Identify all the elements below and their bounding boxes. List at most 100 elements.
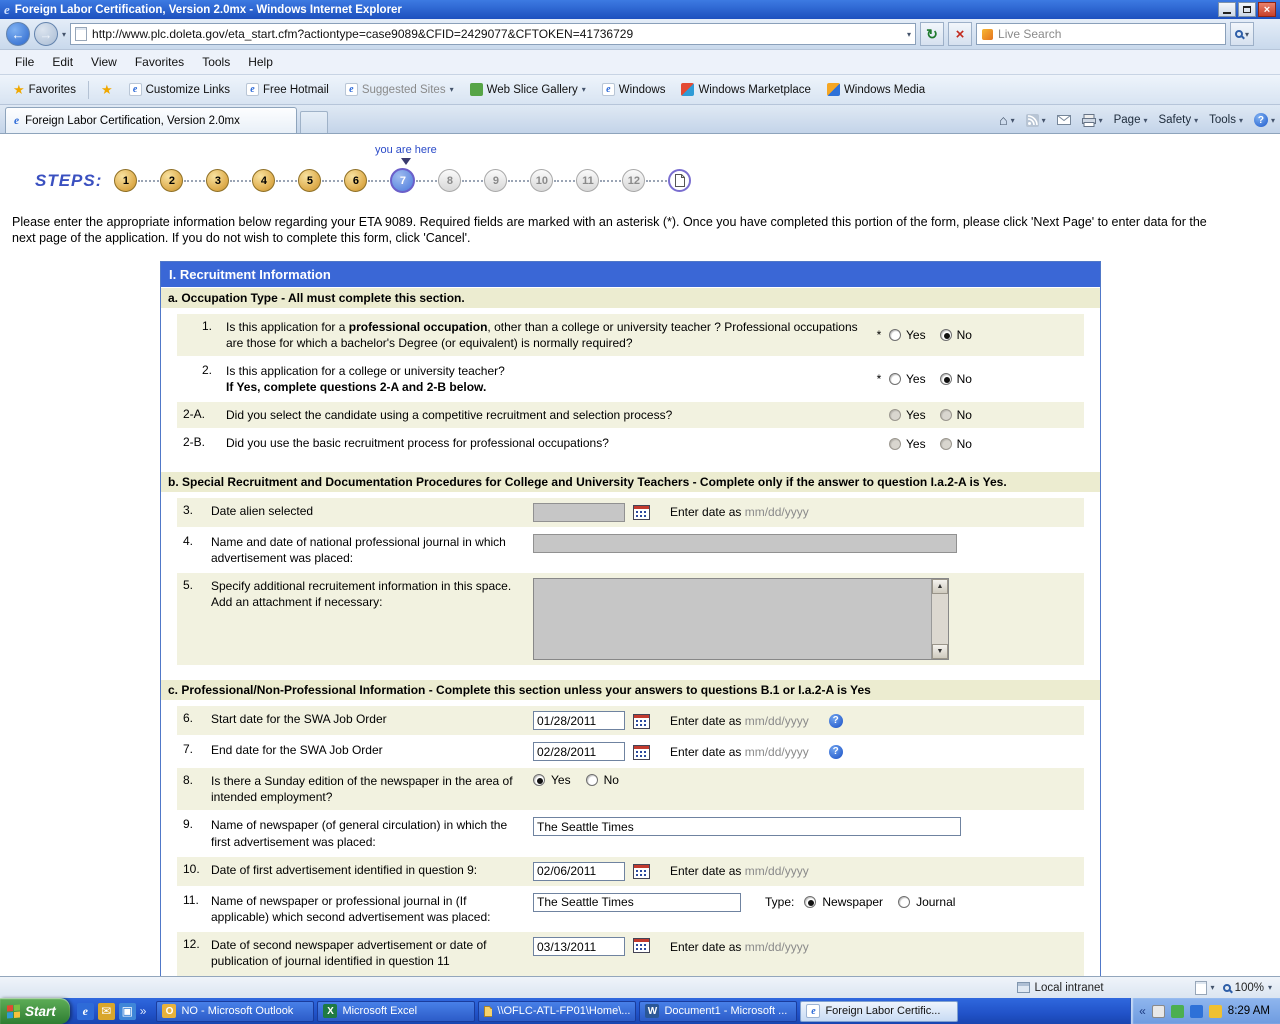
menu-favorites[interactable]: Favorites [126,52,193,72]
minimize-button[interactable] [1218,2,1236,17]
q12-second-ad-date-input[interactable] [533,937,625,956]
quick-launch-desktop-icon[interactable]: ▣ [119,1003,136,1020]
clock[interactable]: 8:29 AM [1228,1005,1270,1017]
menu-tools[interactable]: Tools [193,52,239,72]
q10-first-ad-date-input[interactable] [533,862,625,881]
quick-launch-ie-icon[interactable]: e [77,1003,94,1020]
favbar-link-windows[interactable]: e Windows [595,80,673,99]
calendar-icon[interactable] [633,504,650,520]
quick-launch-overflow-chevron[interactable]: » [140,1004,147,1018]
favbar-link-free-hotmail[interactable]: e Free Hotmail [239,80,336,99]
task-file-explorer[interactable]: \\OFLC-ATL-FP01\Home\... [478,1001,636,1022]
restore-button[interactable] [1238,2,1256,17]
recruitment-form: I. Recruitment Information a. Occupation… [160,261,1101,977]
question-number: 8. [181,773,211,787]
tab-foreign-labor-certification[interactable]: e Foreign Labor Certification, Version 2… [5,107,297,133]
q8-no-radio[interactable] [586,774,598,786]
scrollbar: ▲ ▼ [931,579,948,659]
start-button[interactable]: Start [0,998,70,1024]
help-icon[interactable]: ? [829,745,843,759]
question-3-row: 3. Date alien selected Enter date as mm/… [177,498,1084,527]
search-button[interactable]: ▾ [1230,22,1254,46]
search-input[interactable]: Live Search [998,27,1061,41]
q2a-yes-radio[interactable] [889,409,901,421]
calendar-icon[interactable] [633,744,650,760]
stop-button[interactable]: × [948,22,972,46]
refresh-button[interactable]: ↻ [920,22,944,46]
zoom-control[interactable]: 100% ▾ [1223,982,1272,994]
recent-pages-dropdown[interactable]: ▾ [62,30,66,39]
page-content: you are here STEPS: 1 2 3 4 5 6 7 8 9 10… [0,134,1280,976]
task-word-document[interactable]: W Document1 - Microsoft ... [639,1001,797,1022]
q1-yes-radio[interactable] [889,329,901,341]
menu-file[interactable]: File [6,52,43,72]
q2b-yes-radio[interactable] [889,438,901,450]
feeds-button[interactable]: ▾ [1026,114,1046,127]
step-9: 9 [484,169,507,192]
help-icon[interactable]: ? [829,714,843,728]
home-button[interactable]: ⌂▾ [999,112,1014,128]
status-bar: Local intranet ▾ 100% ▾ [0,976,1280,998]
task-foreign-labor-certification[interactable]: e Foreign Labor Certific... [800,1001,958,1022]
favbar-link-windows-marketplace[interactable]: Windows Marketplace [674,80,817,99]
favbar-link-web-slice-gallery[interactable]: Web Slice Gallery ▾ [463,80,593,99]
calendar-icon[interactable] [633,863,650,879]
search-box[interactable]: Live Search [976,23,1226,45]
address-dropdown[interactable]: ▾ [907,30,911,39]
calendar-icon[interactable] [633,713,650,729]
q8-yes-radio[interactable] [533,774,545,786]
tray-security-icon[interactable] [1171,1005,1184,1018]
favbar-link-windows-media[interactable]: Windows Media [820,80,932,99]
menu-help[interactable]: Help [239,52,282,72]
separator [88,81,89,99]
quick-launch-mail-icon[interactable]: ✉ [98,1003,115,1020]
question-10-row: 10. Date of first advertisement identifi… [177,857,1084,886]
q7-end-date-input[interactable] [533,742,625,761]
q2-yes-radio[interactable] [889,373,901,385]
page-options-button[interactable]: ▾ [1195,981,1215,995]
favbar-link-suggested-sites[interactable]: e Suggested Sites ▾ [338,80,461,99]
task-excel[interactable]: X Microsoft Excel [317,1001,475,1022]
question-text: Did you use the basic recruitment proces… [226,435,874,451]
task-outlook[interactable]: O NO - Microsoft Outlook [156,1001,314,1022]
q2b-no-radio[interactable] [940,438,952,450]
new-tab-button[interactable] [300,111,328,133]
url-text[interactable]: http://www.plc.doleta.gov/eta_start.cfm?… [92,27,902,41]
menu-view[interactable]: View [82,52,126,72]
q11-second-newspaper-input[interactable] [533,893,741,912]
favbar-link-customize-links[interactable]: e Customize Links [122,80,237,99]
print-button[interactable]: ▾ [1082,114,1103,127]
q5-additional-info-textarea: ▲ ▼ [533,578,949,660]
tray-icon-1[interactable] [1152,1005,1165,1018]
back-button[interactable]: ← [6,22,30,46]
add-to-favorites-bar-button[interactable]: ★ [94,79,120,101]
q11-journal-radio[interactable] [898,896,910,908]
safety-menu-button[interactable]: Safety▾ [1158,114,1198,126]
read-mail-button[interactable] [1057,115,1071,125]
step-5: 5 [298,169,321,192]
forward-button[interactable]: → [34,22,58,46]
q11-newspaper-radio[interactable] [804,896,816,908]
scroll-down-icon: ▼ [932,644,948,659]
menu-edit[interactable]: Edit [43,52,82,72]
q6-start-date-input[interactable] [533,711,625,730]
q1-no-radio[interactable] [940,329,952,341]
calendar-icon[interactable] [633,937,650,953]
tools-menu-button[interactable]: Tools▾ [1209,114,1243,126]
link-icon: e [129,83,142,96]
show-hidden-icons-button[interactable]: « [1139,1004,1146,1018]
q2-no-radio[interactable] [940,373,952,385]
question-number: 6. [181,711,211,725]
tray-volume-icon[interactable] [1209,1005,1222,1018]
page-menu-button[interactable]: Page▾ [1114,114,1148,126]
favorites-button[interactable]: ★ Favorites [6,79,83,101]
q9-newspaper-name-input[interactable] [533,817,961,836]
q2a-no-radio[interactable] [940,409,952,421]
address-bar[interactable]: http://www.plc.doleta.gov/eta_start.cfm?… [70,23,916,45]
close-button[interactable]: × [1258,2,1276,17]
you-are-here-label: you are here [375,144,437,156]
media-icon [827,83,840,96]
rss-icon [1026,114,1039,127]
tray-network-icon[interactable] [1190,1005,1203,1018]
help-menu-button[interactable]: ?▾ [1254,113,1275,127]
